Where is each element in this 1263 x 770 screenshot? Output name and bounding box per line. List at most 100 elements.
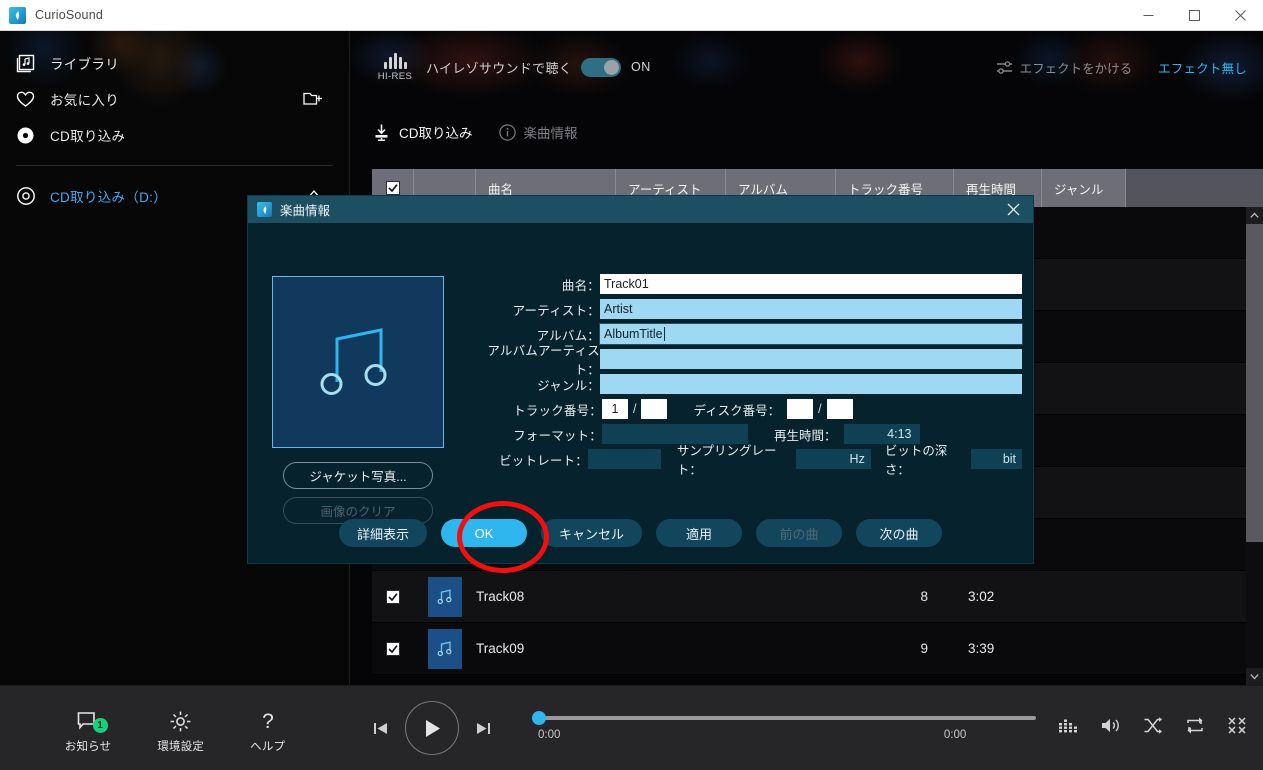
album-input-value: AlbumTitle (604, 327, 663, 341)
cell-track-no: 8 (920, 589, 928, 604)
seek-track[interactable] (532, 710, 1036, 725)
disc-outline-icon (16, 186, 50, 206)
svg-text:?: ? (262, 710, 274, 733)
shuffle-icon[interactable] (1143, 716, 1163, 740)
sidebar-item-favorites[interactable]: お気に入り (0, 81, 349, 117)
column-header-genre[interactable]: ジャンル (1042, 169, 1126, 207)
field-label-artist: アーティスト： (512, 303, 600, 318)
cancel-button[interactable]: キャンセル (541, 519, 643, 547)
help-button[interactable]: ? ヘルプ (250, 706, 285, 754)
tab-label: CD取り込み (399, 126, 473, 141)
bitrate-value (588, 449, 661, 469)
question-mark-icon: ? (258, 706, 278, 736)
next-song-button[interactable]: 次の曲 (856, 519, 943, 547)
library-icon (16, 54, 50, 73)
hires-toggle-state: ON (631, 60, 651, 74)
checkbox-checked-icon (386, 641, 400, 656)
apply-button[interactable]: 適用 (656, 519, 743, 547)
metadata-form: 曲名： Track01 アーティスト： Artist アルバム： AlbumTi… (462, 274, 1023, 477)
sidebar-item-label: CD取り込み (50, 129, 126, 144)
sidebar-item-cd-import[interactable]: CD取り込み (0, 117, 349, 153)
field-label-bitrate: ビットレート： (499, 453, 589, 468)
seek-bar[interactable]: 0:00 0:00 (532, 710, 1036, 741)
sidebar-item-label: ライブラリ (50, 57, 119, 72)
table-row[interactable]: Track08 8 3:02 (372, 571, 1263, 623)
jacket-photo-button[interactable]: ジャケット写真... (283, 462, 433, 489)
notification-badge: 1 (92, 718, 108, 733)
field-label-format: フォーマット： (513, 428, 602, 443)
seek-times: 0:00 0:00 (538, 729, 966, 741)
album-input[interactable]: AlbumTitle (599, 323, 1023, 345)
row-checkbox[interactable] (372, 589, 414, 604)
field-artist-row: アーティスト： Artist (462, 299, 1022, 319)
volume-icon[interactable] (1100, 716, 1121, 740)
field-bitrate-row: ビットレート： サンプリングレート： Hz ビットの深さ： bit (462, 444, 1023, 477)
album-artist-input[interactable] (600, 349, 1022, 369)
close-icon[interactable] (1217, 0, 1263, 31)
tab-cd-import[interactable]: CD取り込み (372, 122, 473, 142)
artist-input[interactable]: Artist (600, 299, 1022, 319)
album-art-thumbnail (414, 628, 476, 669)
table-row[interactable]: Track09 9 3:39 (372, 623, 1263, 675)
ok-button[interactable]: OK (441, 519, 527, 547)
track-no-input[interactable]: 1 (602, 399, 628, 419)
table-scrollbar[interactable] (1246, 207, 1263, 685)
tab-song-info[interactable]: 楽曲情報 (498, 122, 578, 142)
collapse-icon[interactable] (1227, 716, 1247, 740)
scrollbar-thumb[interactable] (1246, 224, 1263, 542)
dialog-title: 楽曲情報 (280, 204, 331, 218)
disc-no-separator: / (818, 402, 822, 416)
checkbox-checked-icon (386, 589, 400, 604)
disc-total-input[interactable] (826, 399, 853, 419)
sidebar-divider (16, 165, 333, 166)
elapsed-time: 0:00 (538, 728, 561, 741)
hires-bars-icon (383, 52, 407, 69)
chevron-up-icon[interactable] (1246, 207, 1263, 224)
track-total-input[interactable] (641, 399, 668, 419)
row-checkbox[interactable] (372, 641, 414, 656)
cell-title: Track09 (476, 641, 525, 656)
detail-view-button[interactable]: 詳細表示 (338, 519, 427, 547)
field-title-row: 曲名： Track01 (462, 274, 1022, 294)
seek-handle[interactable] (532, 710, 546, 725)
equalizer-icon[interactable] (1058, 718, 1078, 739)
dialog-buttons: 詳細表示 OK キャンセル 適用 前の曲 次の曲 (248, 519, 1033, 547)
play-button[interactable] (405, 701, 459, 755)
field-label-genre: ジャンル： (537, 378, 600, 393)
player-options (1058, 716, 1247, 740)
music-note-icon (315, 314, 401, 411)
previous-track-icon[interactable] (372, 720, 389, 737)
dialog-title-bar: 楽曲情報 (248, 196, 1033, 223)
dialog-body: ジャケット写真... 画像のクリア 曲名： Track01 アーティスト： Ar… (248, 223, 1033, 563)
notifications-button[interactable]: 1 お知らせ (65, 706, 112, 754)
music-note-icon (428, 576, 462, 617)
field-label-track-no: トラック番号： (513, 403, 602, 418)
maximize-icon[interactable] (1171, 0, 1217, 31)
close-icon[interactable] (993, 196, 1033, 223)
jacket-preview[interactable] (272, 276, 444, 448)
disc-no-input[interactable] (787, 399, 814, 419)
track-no-separator: / (633, 402, 637, 416)
utility-label: お知らせ (64, 741, 112, 753)
chevron-down-icon[interactable] (1246, 668, 1263, 685)
sidebar-item-library[interactable]: ライブラリ (0, 45, 349, 81)
repeat-icon[interactable] (1185, 716, 1205, 740)
new-folder-icon[interactable] (303, 90, 323, 108)
checkbox-checked-icon (385, 181, 400, 195)
current-effect-label[interactable]: エフェクト無し (1158, 58, 1247, 77)
music-note-icon (428, 628, 462, 669)
settings-button[interactable]: 環境設定 (157, 706, 204, 754)
hires-toggle[interactable] (581, 57, 622, 77)
heart-icon (16, 90, 50, 108)
album-art-thumbnail (414, 576, 476, 617)
apply-effect-button[interactable]: エフェクトをかける (996, 58, 1132, 77)
genre-input[interactable] (600, 374, 1022, 394)
hires-toolbar: HI-RES ハイレゾサウンドで聴く ON エフェクトをかける エフェクト無し (350, 31, 1263, 103)
title-input[interactable]: Track01 (600, 274, 1022, 294)
cell-track-no: 9 (920, 641, 928, 656)
utility-label: ヘルプ (250, 741, 286, 753)
minimize-icon[interactable] (1125, 0, 1171, 31)
hires-label: ハイレゾサウンドで聴く (426, 60, 573, 76)
next-track-icon[interactable] (475, 720, 492, 737)
sidebar-item-label: お気に入り (50, 93, 119, 108)
